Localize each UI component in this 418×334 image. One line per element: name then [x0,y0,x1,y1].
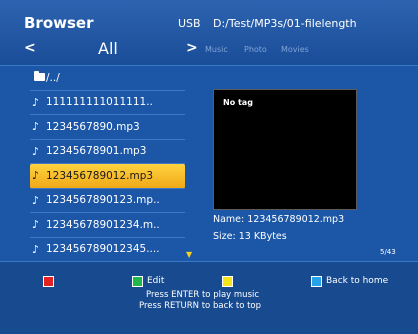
file-name-info: Name: 123456789012.mp3 [213,214,345,225]
music-note-icon: ♪ [32,193,40,207]
list-item-label: 111111111011111.. [46,96,153,109]
hint-enter: Press ENTER to play music [146,290,260,300]
list-item[interactable]: ♪ 12345678901.mp3 [30,140,185,164]
tag-info: No tag [223,98,253,107]
list-item-label: 123456789012.mp3 [46,169,154,182]
list-item-label: 1234567890.mp3 [46,120,140,133]
list-item-label: 123456789012345.... [46,243,160,256]
file-size-info: Size: 13 KBytes [213,231,287,242]
header-bar: Browser USB D:/Test/MP3s/01-filelength <… [0,0,418,66]
footer-bar: Edit Back to home Press ENTER to play mu… [0,261,418,334]
preview-pane: No tag [213,89,357,210]
list-item-label: 1234567890123.mp.. [46,194,160,207]
list-item[interactable]: ♪ 12345678901234.m.. [30,213,185,238]
list-item[interactable]: ♪ 1234567890.mp3 [30,115,185,140]
edit-label[interactable]: Edit [147,276,164,286]
music-note-icon: ♪ [32,242,40,256]
music-note-icon: ♪ [32,95,40,109]
category-prev-button[interactable]: < [24,40,36,56]
list-item-parent-folder[interactable]: /../ [30,66,185,91]
list-item[interactable]: ♪ 123456789012345.... [30,238,185,262]
current-category: All [98,39,118,58]
hint-return: Press RETURN to back to top [139,301,262,311]
list-item-label: 12345678901234.m.. [46,218,160,231]
music-note-icon: ♪ [32,144,40,158]
music-note-icon: ♪ [32,218,40,232]
device-label: USB [178,17,201,30]
category-tab-photo[interactable]: Photo [244,45,267,54]
music-note-icon: ♪ [32,169,40,183]
current-path: D:/Test/MP3s/01-filelength [213,17,357,30]
app-title: Browser [24,14,94,32]
list-item-label: 12345678901.mp3 [46,145,147,158]
item-counter: 5/43 [380,248,396,256]
green-button-icon[interactable] [132,276,143,287]
list-item[interactable]: ♪ 1234567890123.mp.. [30,189,185,213]
red-button-icon[interactable] [43,276,54,287]
file-list: /../ ♪ 111111111011111.. ♪ 1234567890.mp… [30,66,185,262]
list-item-selected[interactable]: ♪ 123456789012.mp3 [30,164,185,189]
blue-button-icon[interactable] [311,276,322,287]
music-note-icon: ♪ [32,120,40,134]
folder-icon [30,71,46,84]
category-tab-music[interactable]: Music [205,45,228,54]
scroll-down-icon[interactable]: ▼ [186,250,192,259]
list-item-label: /../ [46,71,60,84]
back-to-home-label[interactable]: Back to home [326,276,388,286]
category-next-button[interactable]: > [186,40,198,56]
list-item[interactable]: ♪ 111111111011111.. [30,91,185,115]
yellow-button-icon[interactable] [222,276,233,287]
category-tab-movies[interactable]: Movies [281,45,309,54]
